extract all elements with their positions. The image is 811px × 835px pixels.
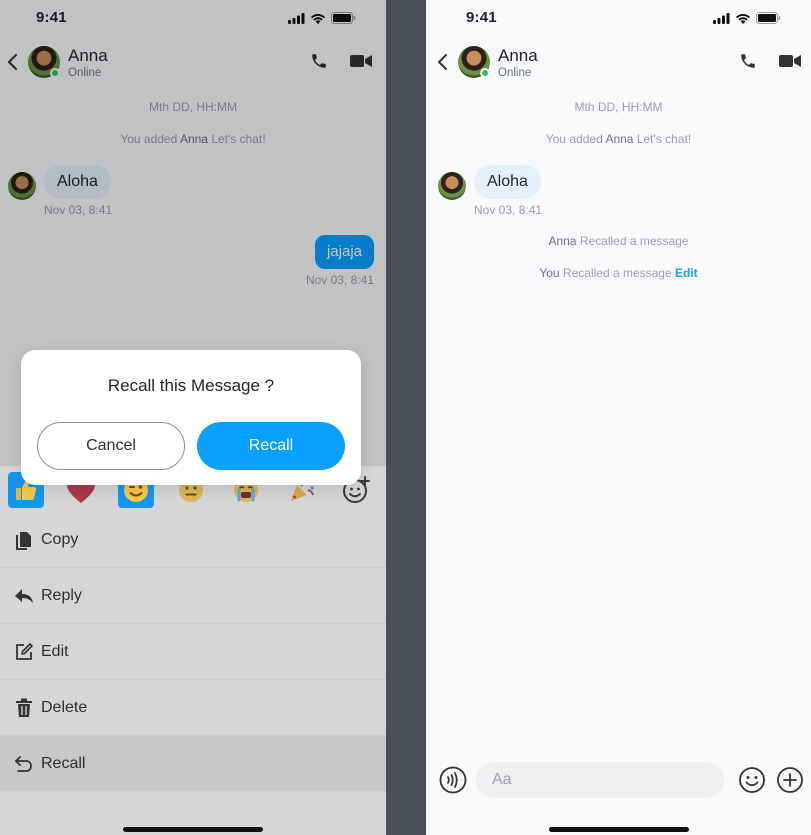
left-phone-screen: 9:41 Anna Online Mth DD, HH:MM You added… [0, 0, 386, 835]
trash-icon [14, 698, 34, 718]
message-composer [426, 760, 811, 800]
added-name: Anna [605, 132, 634, 146]
system-added-message: You added Anna Let's chat! [426, 132, 811, 146]
added-prefix: You added [545, 132, 603, 146]
recalled-notice-anna: Anna Recalled a message [426, 234, 811, 248]
menu-label-edit: Edit [41, 642, 69, 660]
added-suffix: Let's chat! [636, 132, 692, 146]
right-phone-screen: 9:41 Anna Online Mth DD, HH:MM You added… [426, 0, 811, 835]
status-time: 9:41 [466, 9, 497, 26]
menu-label-delete: Delete [41, 698, 88, 716]
video-call-icon[interactable] [779, 53, 801, 69]
recalled-anna-text: Recalled a message [579, 234, 689, 248]
message-input[interactable] [476, 762, 724, 798]
dialog-title: Recall this Message ? [107, 376, 275, 395]
cancel-button[interactable]: Cancel [37, 422, 185, 470]
date-separator: Mth DD, HH:MM [574, 100, 663, 114]
recalled-edit-link[interactable]: Edit [675, 266, 698, 280]
signal-icon [713, 12, 730, 24]
status-icons [713, 12, 781, 24]
add-attachment-icon[interactable] [776, 766, 804, 794]
online-indicator [480, 68, 490, 78]
contact-status: Online [498, 67, 532, 79]
emoji-icon[interactable] [738, 766, 766, 794]
home-indicator[interactable] [123, 827, 263, 832]
menu-label-recall: Recall [41, 754, 86, 772]
menu-item-delete[interactable]: Delete [0, 680, 386, 736]
recall-button[interactable]: Recall [197, 422, 345, 470]
menu-item-reply[interactable]: Reply [0, 568, 386, 624]
home-indicator[interactable] [548, 827, 689, 832]
recall-icon [14, 754, 34, 774]
recalled-anna-name: Anna [548, 234, 577, 248]
menu-label-copy: Copy [41, 530, 79, 548]
incoming-timestamp: Nov 03, 8:41 [474, 203, 543, 217]
menu-item-copy[interactable]: Copy [0, 512, 386, 568]
header-actions [739, 52, 801, 70]
recalled-notice-you: You Recalled a message Edit [426, 266, 811, 280]
voice-message-icon[interactable] [439, 766, 467, 794]
status-bar: 9:41 [426, 0, 811, 36]
reply-icon [14, 586, 34, 606]
copy-icon [14, 530, 34, 550]
recall-confirm-dialog: Recall this Message ? Cancel Recall [21, 350, 361, 485]
incoming-bubble[interactable]: Aloha [474, 165, 541, 199]
contact-name: Anna [498, 46, 538, 65]
chat-header: Anna Online [426, 40, 811, 84]
phone-call-icon[interactable] [739, 52, 757, 70]
menu-label-reply: Reply [41, 586, 82, 604]
menu-item-edit[interactable]: Edit [0, 624, 386, 680]
contact-avatar[interactable] [458, 46, 490, 78]
menu-item-recall[interactable]: Recall [0, 736, 386, 792]
recalled-you-name: You [539, 266, 560, 280]
recalled-you-text: Recalled a message [562, 266, 672, 280]
wifi-icon [736, 13, 750, 24]
back-chevron-icon[interactable] [436, 52, 450, 72]
battery-icon [756, 12, 781, 24]
edit-icon [14, 642, 34, 662]
incoming-avatar[interactable] [438, 172, 466, 200]
